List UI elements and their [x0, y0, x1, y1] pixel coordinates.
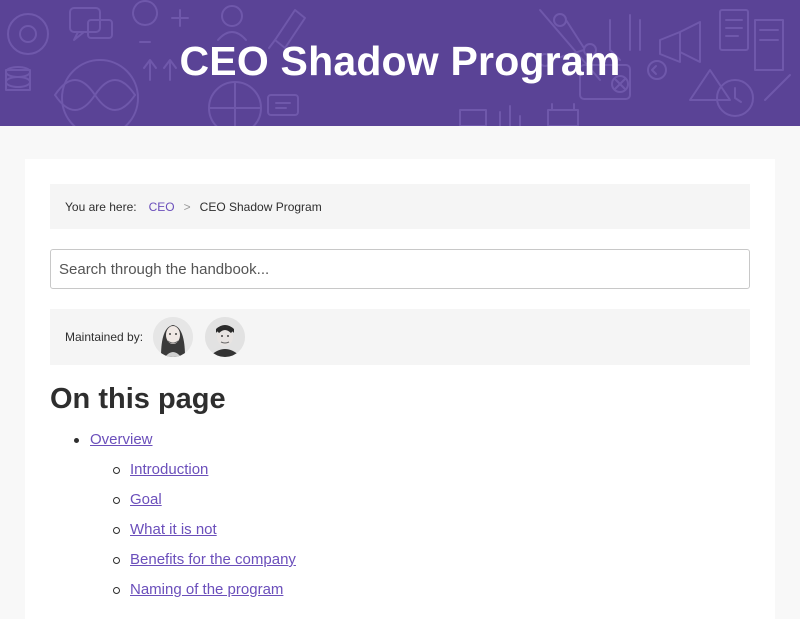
breadcrumb-separator: >: [183, 199, 191, 214]
toc-link[interactable]: Goal: [130, 491, 162, 508]
maintainers-label: Maintained by:: [65, 330, 144, 344]
page-title: CEO Shadow Program: [179, 38, 621, 84]
toc-link[interactable]: Introduction: [130, 461, 208, 478]
toc-item-benefits: Benefits for the company: [50, 545, 296, 575]
avatar-woman-icon: [153, 317, 194, 357]
maintainers-panel: Maintained by:: [50, 309, 750, 365]
toc-item-introduction: Introduction: [50, 455, 296, 485]
toc-link[interactable]: Naming of the program: [130, 581, 283, 598]
breadcrumb-lead: You are here:: [65, 199, 137, 214]
breadcrumb: You are here: CEO > CEO Shadow Program: [50, 184, 750, 229]
avatar-man-icon: [205, 317, 246, 357]
toc-item-naming: Naming of the program: [50, 575, 296, 605]
toc-list: Overview Introduction Goal What it is no…: [50, 425, 296, 605]
hero-banner: CEO Shadow Program: [0, 0, 800, 126]
toc-title: On this page: [50, 383, 226, 415]
toc-link[interactable]: What it is not: [130, 521, 217, 538]
toc-item-overview: Overview: [50, 425, 296, 455]
breadcrumb-current: CEO Shadow Program: [199, 199, 322, 214]
toc-link[interactable]: Overview: [90, 431, 153, 448]
toc-item-goal: Goal: [50, 485, 296, 515]
toc-link[interactable]: Benefits for the company: [130, 551, 296, 568]
avatar-woman[interactable]: [153, 317, 194, 357]
avatar-man[interactable]: [205, 317, 246, 357]
content-card: You are here: CEO > CEO Shadow Program M…: [25, 159, 775, 619]
breadcrumb-link-ceo[interactable]: CEO: [149, 200, 175, 214]
search-input[interactable]: [50, 249, 750, 289]
toc-item-what-it-is-not: What it is not: [50, 515, 296, 545]
